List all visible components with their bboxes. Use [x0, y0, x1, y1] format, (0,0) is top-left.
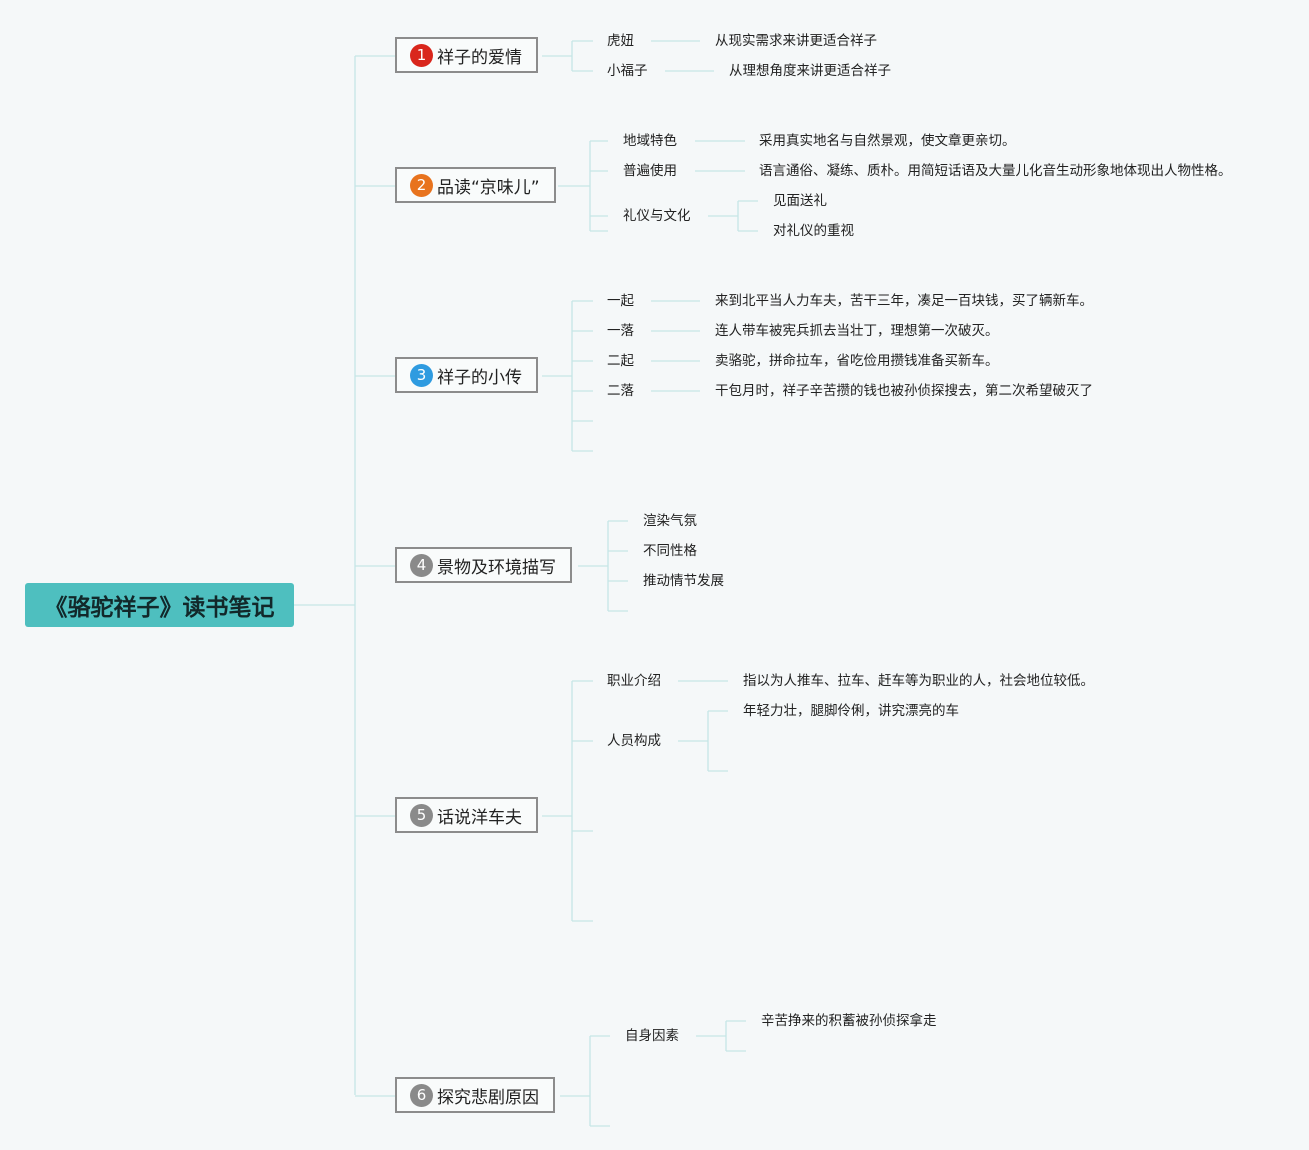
- branch-label: 景物及环境描写: [437, 557, 556, 578]
- topic-huniu[interactable]: 虎妞: [607, 32, 634, 50]
- branch-label: 品读“京味儿”: [437, 177, 540, 198]
- number-badge-6: 6: [410, 1083, 433, 1107]
- number-badge-5: 5: [410, 803, 433, 827]
- branch-jingwei[interactable]: 2 品读“京味儿”: [395, 167, 556, 203]
- detail-fall-1[interactable]: 连人带车被宪兵抓去当壮丁，理想第一次破灭。: [715, 322, 999, 340]
- detail-regional[interactable]: 采用真实地名与自然景观，使文章更亲切。: [759, 132, 1016, 150]
- detail-common-use[interactable]: 语言通俗、凝练、质朴。用简短话语及大量儿化音生动形象地体现出人物性格。: [759, 162, 1232, 180]
- topic-fall-1[interactable]: 一落: [607, 322, 634, 340]
- topic-fall-2[interactable]: 二落: [607, 382, 634, 400]
- detail-rise-1[interactable]: 来到北平当人力车夫，苦干三年，凑足一百块钱，买了辆新车。: [715, 292, 1093, 310]
- root-topic[interactable]: 《骆驼祥子》读书笔记: [25, 583, 294, 627]
- branch-scenery[interactable]: 4 景物及环境描写: [395, 547, 572, 583]
- branch-label: 话说洋车夫: [437, 807, 522, 828]
- topic-self-factors[interactable]: 自身因素: [625, 1027, 679, 1045]
- number-badge-1: 1: [410, 43, 433, 67]
- topic-character[interactable]: 不同性格: [643, 542, 697, 560]
- subtopic-young-strong[interactable]: 年轻力壮，腿脚伶俐，讲究漂亮的车: [743, 702, 959, 720]
- branch-biography[interactable]: 3 祥子的小传: [395, 357, 538, 393]
- topic-regional[interactable]: 地域特色: [623, 132, 677, 150]
- number-badge-3: 3: [410, 363, 433, 387]
- topic-xiaofuzi[interactable]: 小福子: [607, 62, 648, 80]
- detail-rise-2[interactable]: 卖骆驼，拼命拉车，省吃俭用攒钱准备买新车。: [715, 352, 999, 370]
- topic-atmosphere[interactable]: 渲染气氛: [643, 512, 697, 530]
- subtopic-savings-taken[interactable]: 辛苦挣来的积蓄被孙侦探拿走: [761, 1012, 937, 1030]
- branch-love[interactable]: 1 祥子的爱情: [395, 37, 538, 73]
- detail-huniu[interactable]: 从现实需求来讲更适合祥子: [715, 32, 877, 50]
- topic-composition[interactable]: 人员构成: [607, 732, 661, 750]
- branch-rickshaw-puller[interactable]: 5 话说洋车夫: [395, 797, 538, 833]
- subtopic-gift[interactable]: 见面送礼: [773, 192, 827, 210]
- topic-rise-2[interactable]: 二起: [607, 352, 634, 370]
- number-badge-4: 4: [410, 553, 433, 577]
- detail-fall-2[interactable]: 干包月时，祥子辛苦攒的钱也被孙侦探搜去，第二次希望破灭了: [715, 382, 1093, 400]
- root-title: 《骆驼祥子》读书笔记: [44, 595, 275, 621]
- topic-profession[interactable]: 职业介绍: [607, 672, 661, 690]
- topic-common-use[interactable]: 普遍使用: [623, 162, 677, 180]
- topic-rise-1[interactable]: 一起: [607, 292, 634, 310]
- number-badge-2: 2: [410, 173, 433, 197]
- topic-plot[interactable]: 推动情节发展: [643, 572, 724, 590]
- branch-label: 祥子的小传: [437, 367, 522, 388]
- branch-tragedy[interactable]: 6 探究悲剧原因: [395, 1077, 555, 1113]
- topic-etiquette[interactable]: 礼仪与文化: [623, 207, 691, 225]
- detail-profession[interactable]: 指以为人推车、拉车、赶车等为职业的人，社会地位较低。: [743, 672, 1094, 690]
- branch-label: 祥子的爱情: [437, 47, 522, 68]
- branch-label: 探究悲剧原因: [437, 1087, 539, 1108]
- detail-xiaofuzi[interactable]: 从理想角度来讲更适合祥子: [729, 62, 891, 80]
- subtopic-etiquette-value[interactable]: 对礼仪的重视: [773, 222, 854, 240]
